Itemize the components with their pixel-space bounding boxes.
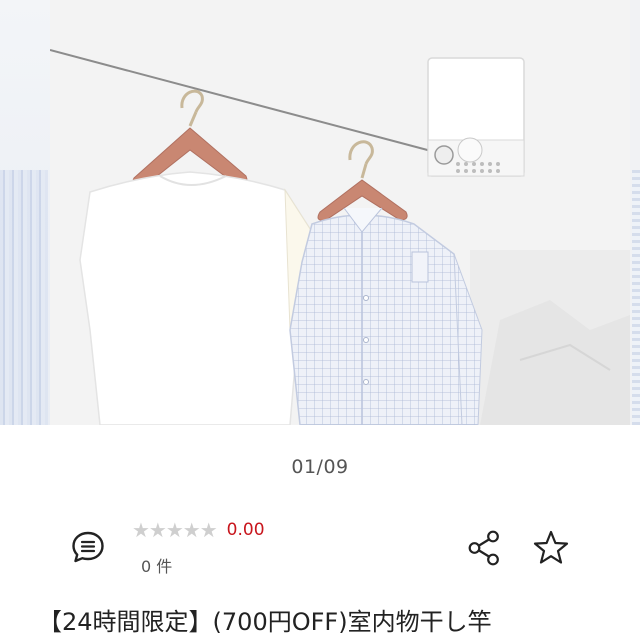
next-slide-peek[interactable] (630, 0, 640, 425)
star-outline-icon[interactable] (531, 528, 571, 568)
product-image-carousel[interactable] (0, 0, 640, 425)
product-page: 01/09 ★★★★★ 0.00 0 件 【24時間限定】(700円OFF)室内… (0, 0, 640, 640)
previous-slide-peek[interactable] (0, 0, 50, 425)
speech-bubble-icon[interactable] (70, 529, 106, 565)
rating[interactable]: ★★★★★ 0.00 (132, 518, 265, 542)
rating-stars: ★★★★★ (132, 518, 218, 542)
share-icon[interactable] (464, 528, 504, 568)
product-title: 【24時間限定】(700円OFF)室内物干し竿 (38, 608, 492, 636)
product-image[interactable] (50, 0, 630, 425)
review-count[interactable]: 0 件 (141, 553, 172, 577)
carousel-counter: 01/09 (291, 456, 349, 478)
product-photo (50, 0, 630, 425)
rating-value: 0.00 (226, 520, 265, 540)
